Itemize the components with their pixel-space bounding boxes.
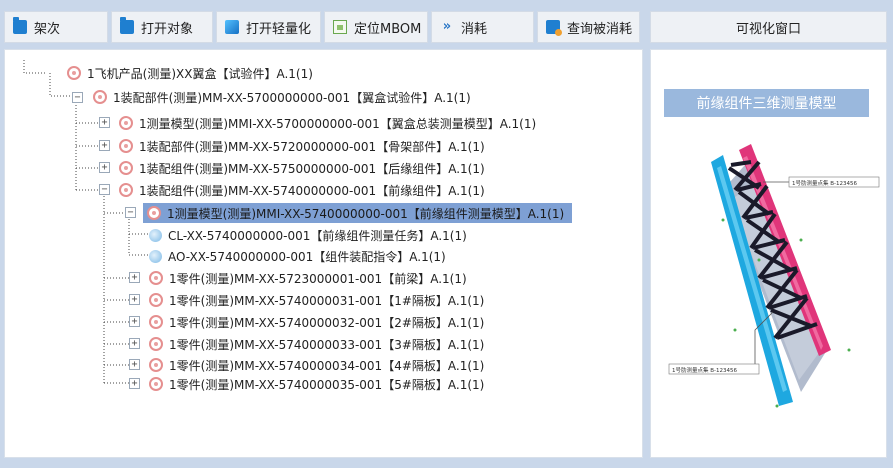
part-icon (93, 90, 107, 104)
tree-node-label: 1零件(测量)MM-XX-5740000031-001【1#隔板】A.1(1) (169, 293, 485, 308)
tree-node[interactable]: 1零件(测量)MM-XX-5740000034-001【4#隔板】A.1(1) (149, 355, 484, 375)
leading-edge-3d-model[interactable]: 1号肋测量点集 B-123456 1号肋测量点集 B-123456 (651, 50, 887, 458)
part-icon (149, 271, 163, 285)
tree-node[interactable]: 1装配部件(测量)MM-XX-5720000000-001【骨架部件】A.1(1… (119, 136, 485, 156)
tree-node[interactable]: 1装配组件(测量)MM-XX-5740000000-001【前缘组件】A.1(1… (119, 180, 485, 200)
expand-toggle[interactable]: + (129, 294, 140, 305)
expand-toggle[interactable]: + (129, 272, 140, 283)
part-icon (119, 116, 133, 130)
part-icon (67, 66, 81, 80)
tree-node[interactable]: 1测量模型(测量)MMI-XX-5700000000-001【翼盒总装测量模型】… (119, 113, 536, 133)
collapse-toggle[interactable]: − (72, 92, 83, 103)
tree-node[interactable]: CL-XX-5740000000-001【前缘组件测量任务】A.1(1) (149, 225, 467, 245)
expand-toggle[interactable]: + (99, 162, 110, 173)
tree-node-label: 1零件(测量)MM-XX-5740000032-001【2#隔板】A.1(1) (169, 315, 485, 330)
tree-node-label: 1零件(测量)MM-XX-5740000035-001【5#隔板】A.1(1) (169, 377, 485, 392)
part-icon (149, 293, 163, 307)
viewer-header: 可视化窗口 (650, 11, 887, 43)
part-icon (119, 139, 133, 153)
part-icon (149, 358, 163, 372)
tree-node[interactable]: 1零件(测量)MM-XX-5740000033-001【3#隔板】A.1(1) (149, 334, 484, 354)
expand-toggle[interactable]: + (99, 140, 110, 151)
folder-icon (13, 17, 27, 34)
expand-toggle[interactable]: + (99, 117, 110, 128)
tree-node[interactable]: 1零件(测量)MM-XX-5740000032-001【2#隔板】A.1(1) (149, 312, 484, 332)
part-icon (147, 206, 161, 220)
locate-icon (333, 20, 347, 34)
expand-toggle[interactable]: + (129, 378, 140, 389)
tree-node-label: 1装配组件(测量)MM-XX-5740000000-001【前缘组件】A.1(1… (139, 183, 485, 198)
query-consumed-label: 查询被消耗 (567, 21, 633, 37)
tree-node-label: AO-XX-5740000000-001【组件装配指令】A.1(1) (168, 249, 446, 264)
chevron-right-icon: » (442, 19, 452, 34)
tree-node-label: 1零件(测量)MM-XX-5723000001-001【前梁】A.1(1) (169, 271, 467, 286)
part-icon (119, 183, 133, 197)
visualization-window[interactable]: 前缘组件三维测量模型 1号肋测量点集 B-123456 1号肋测量点集 B-12… (650, 49, 887, 458)
part-icon (149, 377, 163, 391)
cube-icon (225, 20, 239, 34)
consume-button[interactable]: » 消耗 (431, 11, 534, 43)
tree-node-label: 1测量模型(测量)MMI-XX-5700000000-001【翼盒总装测量模型】… (139, 116, 537, 131)
open-object-button[interactable]: 打开对象 (111, 11, 213, 43)
tree-node[interactable]: 1零件(测量)MM-XX-5740000035-001【5#隔板】A.1(1) (149, 374, 484, 394)
tree-node-label: 1零件(测量)MM-XX-5740000033-001【3#隔板】A.1(1) (169, 337, 485, 352)
part-icon (119, 161, 133, 175)
expand-toggle[interactable]: + (129, 338, 140, 349)
open-lightweight-label: 打开轻量化 (246, 21, 312, 37)
tree-node-label: 1飞机产品(测量)XX翼盒【试验件】A.1(1) (87, 66, 313, 81)
document-icon (149, 249, 162, 263)
tree-node[interactable]: 1装配部件(测量)MM-XX-5700000000-001【翼盒试验件】A.1(… (93, 87, 471, 107)
part-icon (149, 337, 163, 351)
document-icon (149, 228, 162, 242)
structure-tree: 1飞机产品(测量)XX翼盒【试验件】A.1(1) − 1装配部件(测量)MM-X… (4, 49, 643, 458)
consume-label: 消耗 (461, 21, 488, 37)
callout-top-label: 1号肋测量点集 B-123456 (792, 179, 858, 187)
locate-mbom-button[interactable]: 定位MBOM (324, 11, 428, 43)
tree-node-label: CL-XX-5740000000-001【前缘组件测量任务】A.1(1) (168, 228, 467, 243)
part-icon (149, 315, 163, 329)
callout-bottom-label: 1号肋测量点集 B-123456 (672, 366, 738, 374)
locate-mbom-label: 定位MBOM (354, 21, 422, 37)
folder-open-icon (120, 17, 134, 34)
tree-node[interactable]: 1零件(测量)MM-XX-5740000031-001【1#隔板】A.1(1) (149, 290, 484, 310)
open-lightweight-button[interactable]: 打开轻量化 (216, 11, 321, 43)
collapse-toggle[interactable]: − (125, 207, 136, 218)
tree-node[interactable]: 1飞机产品(测量)XX翼盒【试验件】A.1(1) (67, 63, 313, 83)
tree-node-label: 1装配部件(测量)MM-XX-5700000000-001【翼盒试验件】A.1(… (113, 90, 471, 105)
query-consumed-button[interactable]: 查询被消耗 (537, 11, 640, 43)
tree-node[interactable]: 1装配组件(测量)MM-XX-5750000000-001【后缘组件】A.1(1… (119, 158, 485, 178)
query-icon (546, 20, 562, 36)
tree-node[interactable]: 1零件(测量)MM-XX-5723000001-001【前梁】A.1(1) (149, 268, 467, 288)
expand-toggle[interactable]: + (129, 359, 140, 370)
sortie-label: 架次 (34, 21, 61, 37)
sortie-button[interactable]: 架次 (4, 11, 108, 43)
toolbar: 架次 打开对象 打开轻量化 定位MBOM » 消耗 查询被消耗 (4, 11, 643, 43)
collapse-toggle[interactable]: − (99, 184, 110, 195)
open-object-label: 打开对象 (141, 21, 194, 37)
expand-toggle[interactable]: + (129, 316, 140, 327)
tree-node-label: 1零件(测量)MM-XX-5740000034-001【4#隔板】A.1(1) (169, 358, 485, 373)
tree-node-selected[interactable]: 1测量模型(测量)MMI-XX-5740000000-001【前缘组件测量模型】… (143, 203, 573, 223)
tree-node[interactable]: AO-XX-5740000000-001【组件装配指令】A.1(1) (149, 246, 446, 266)
tree-node-label: 1装配部件(测量)MM-XX-5720000000-001【骨架部件】A.1(1… (139, 139, 485, 154)
tree-node-label: 1测量模型(测量)MMI-XX-5740000000-001【前缘组件测量模型】… (167, 206, 565, 221)
tree-node-label: 1装配组件(测量)MM-XX-5750000000-001【后缘组件】A.1(1… (139, 161, 485, 176)
